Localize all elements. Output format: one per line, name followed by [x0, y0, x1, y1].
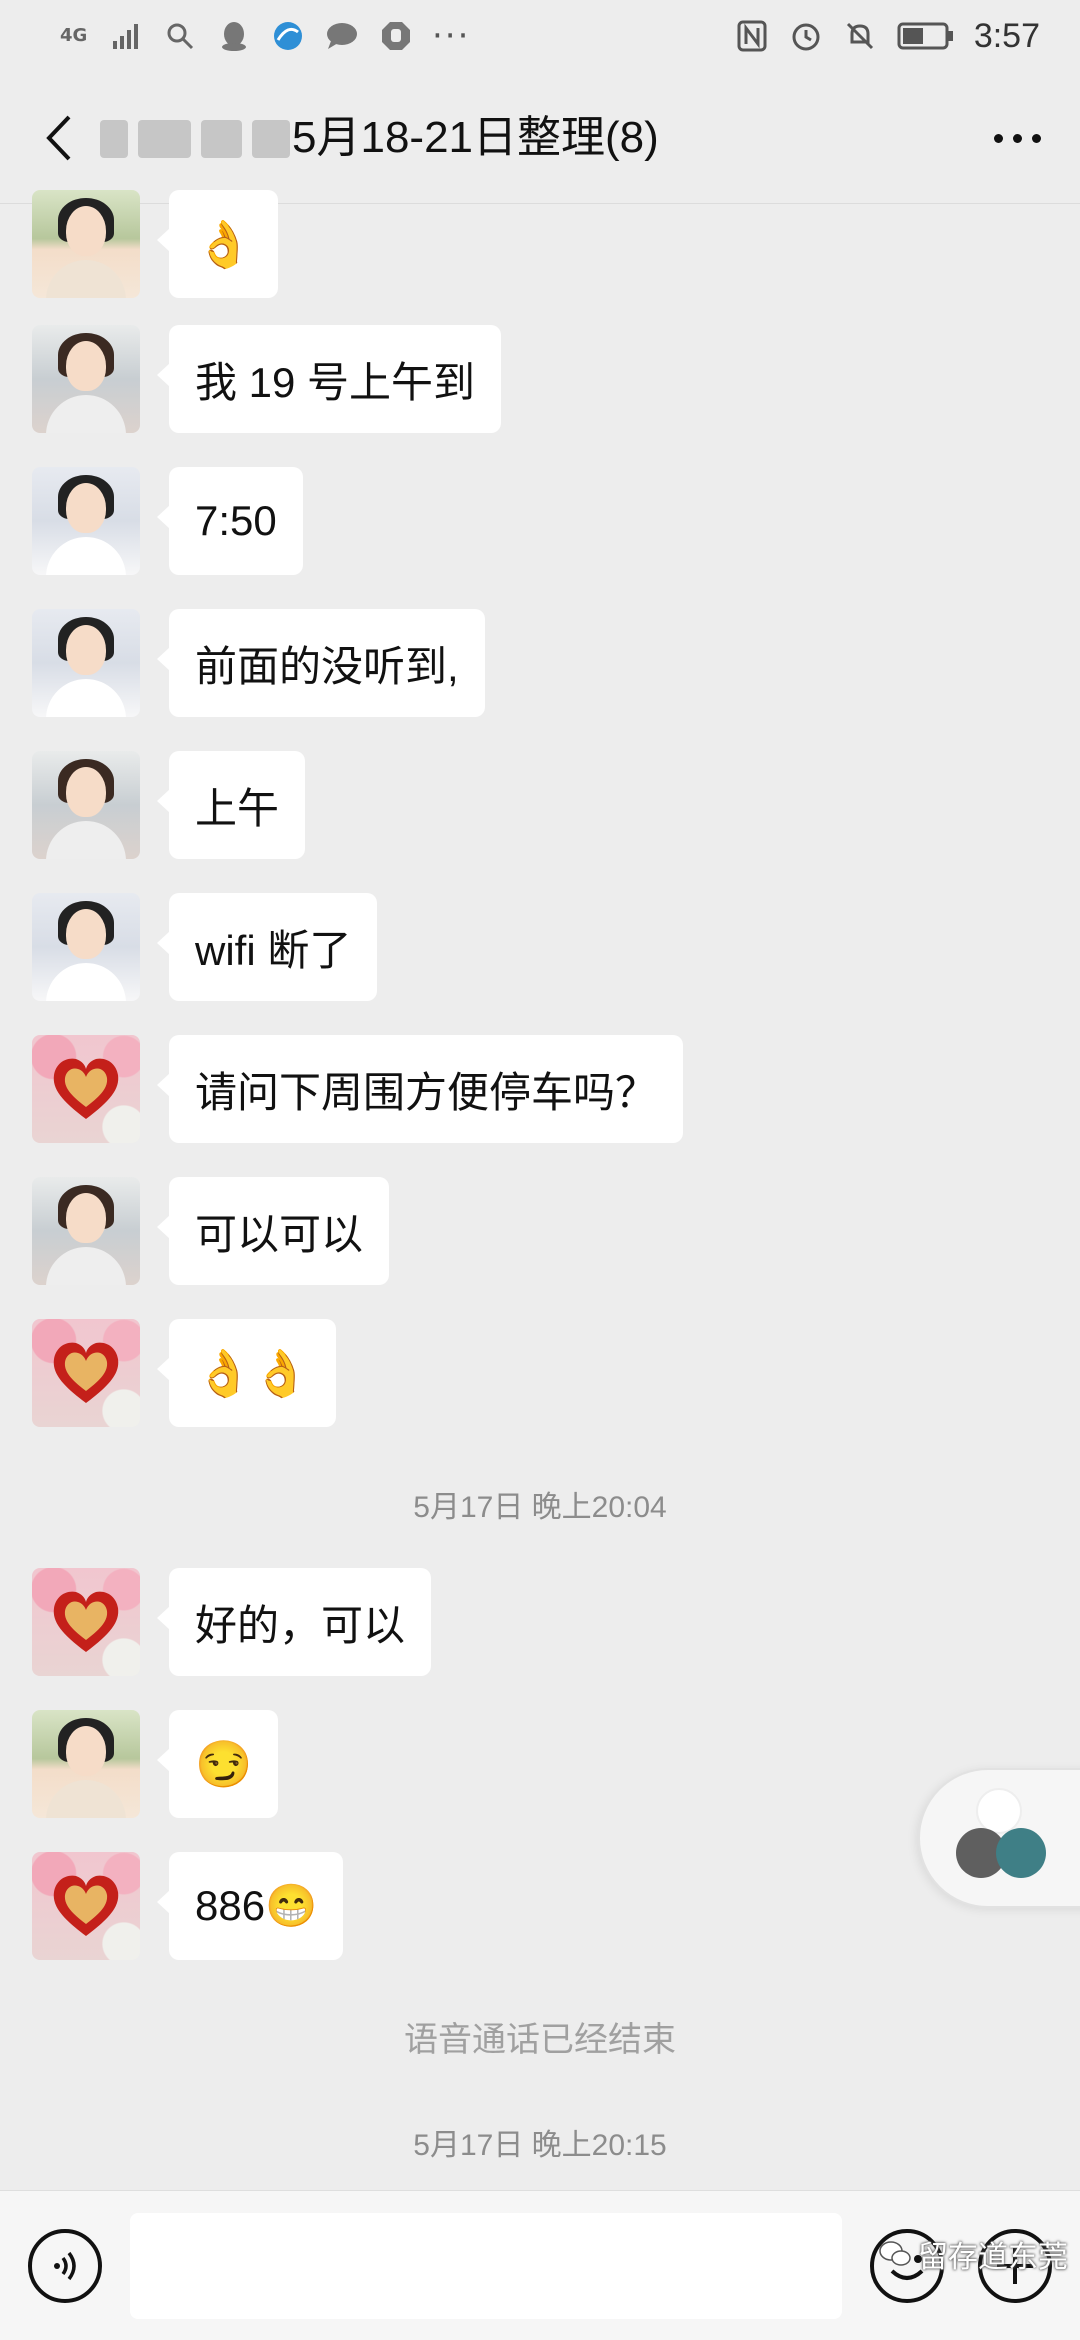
blurred-title-prefix [100, 116, 290, 162]
message-bubble[interactable]: 👌 [156, 190, 279, 298]
mini-program-icon [996, 1828, 1046, 1878]
message-bubble[interactable]: 上午 [156, 751, 306, 859]
glasses-woman-avatar[interactable] [32, 190, 140, 298]
message-bubble[interactable]: 我 19 号上午到 [156, 325, 502, 433]
call-ended-note: 语音通话已经结束 [404, 2021, 676, 2059]
watermark: 留存道东莞 [878, 2232, 1068, 2276]
hand-icon [378, 18, 414, 54]
watermark-text: 留存道东莞 [918, 2241, 1068, 2274]
back-button[interactable] [28, 108, 88, 168]
overflow-dots: ··· [432, 16, 471, 56]
heart-avatar[interactable] [32, 1035, 140, 1143]
more-button[interactable] [980, 108, 1054, 168]
battery-icon [896, 18, 956, 54]
message-bubble[interactable]: 前面的没听到, [157, 609, 485, 717]
message-bubble[interactable]: 😏 [156, 1710, 279, 1818]
message-bubble[interactable]: 好的，可以 [156, 1568, 432, 1676]
search-icon [162, 18, 198, 54]
message-bubble[interactable]: 请问下周围方便停车吗？ [156, 1035, 684, 1143]
signal-icon [108, 18, 144, 54]
heart-avatar[interactable] [32, 1568, 140, 1676]
street-woman-avatar[interactable] [32, 325, 140, 433]
message-bubble[interactable]: 可以可以 [156, 1177, 390, 1285]
alarm-icon [788, 18, 824, 54]
street-woman-avatar[interactable] [32, 751, 140, 859]
mute-icon [842, 18, 878, 54]
chat-title: 5月18-21日整理(8) [292, 113, 659, 162]
status-right: 3:57 [734, 17, 1040, 56]
message-bubble[interactable]: 7:50 [157, 467, 303, 575]
timestamp: 5月17日 晚上20:15 [413, 2129, 667, 2162]
browser-icon [270, 18, 306, 54]
street-woman-avatar[interactable] [32, 1177, 140, 1285]
chat-header: 5月18-21日整理(8) [0, 72, 1080, 204]
wechat-logo-icon [879, 2241, 911, 2266]
white-shirt-woman-avatar[interactable] [32, 609, 140, 717]
glasses-woman-avatar[interactable] [32, 1710, 140, 1818]
heart-avatar[interactable] [32, 1319, 140, 1427]
message-icon [324, 18, 360, 54]
nfc-icon [734, 18, 770, 54]
message-bubble[interactable]: 👌👌 [157, 1319, 336, 1427]
white-shirt-woman-avatar[interactable] [32, 467, 140, 575]
network-indicator: 4G [60, 25, 88, 46]
voice-icon [54, 2251, 76, 2281]
heart-avatar[interactable] [32, 1852, 140, 1960]
smirk-emoji: 😏 [195, 1738, 253, 1790]
message-bubble[interactable]: wifi 断了 [156, 893, 378, 1001]
clock-time: 3:57 [973, 16, 1040, 55]
white-shirt-woman-avatar[interactable] [32, 893, 140, 1001]
voice-button[interactable] [28, 2229, 102, 2303]
status-bar: 4G ··· 3:57 [0, 0, 1080, 72]
more-dots-icon [993, 133, 1003, 143]
message-bubble[interactable]: 886😁 [156, 1852, 344, 1960]
qq-icon [216, 18, 252, 54]
timestamp: 5月17日 晚上20:04 [413, 1491, 667, 1524]
ok-hand-emoji: 👌 [195, 218, 253, 270]
floating-window-widget[interactable] [918, 1768, 1080, 1908]
back-chevron-icon [46, 115, 71, 161]
status-left: 4G ··· [60, 18, 470, 54]
ok-hand-emoji: 👌👌 [195, 1347, 310, 1399]
message-input[interactable] [130, 2213, 842, 2319]
